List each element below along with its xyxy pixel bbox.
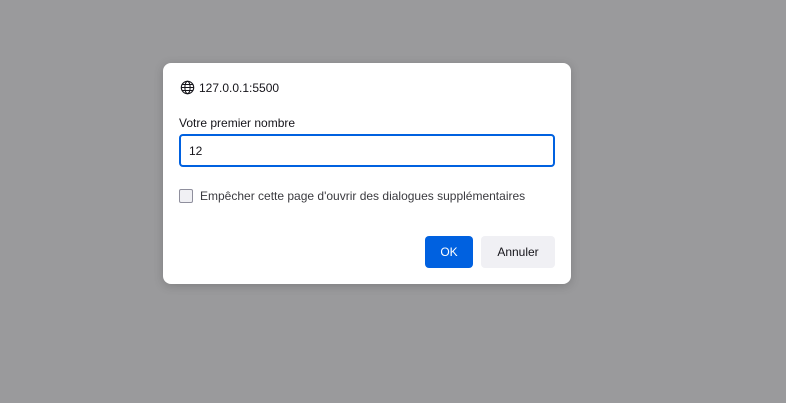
globe-icon bbox=[180, 80, 195, 95]
suppress-dialogs-row[interactable]: Empêcher cette page d'ouvrir des dialogu… bbox=[179, 189, 525, 203]
dialog-origin: 127.0.0.1:5500 bbox=[180, 79, 279, 96]
ok-button[interactable]: OK bbox=[425, 236, 473, 268]
dialog-buttons: OK Annuler bbox=[425, 236, 555, 268]
suppress-dialogs-label: Empêcher cette page d'ouvrir des dialogu… bbox=[200, 189, 526, 203]
prompt-label: Votre premier nombre bbox=[179, 116, 296, 130]
prompt-input-wrapper bbox=[179, 134, 555, 167]
origin-text: 127.0.0.1:5500 bbox=[199, 80, 280, 95]
suppress-dialogs-checkbox[interactable] bbox=[179, 189, 193, 203]
prompt-input[interactable] bbox=[181, 136, 553, 165]
cancel-button[interactable]: Annuler bbox=[481, 236, 555, 268]
prompt-dialog: 127.0.0.1:5500 Votre premier nombre Empê… bbox=[163, 63, 571, 284]
